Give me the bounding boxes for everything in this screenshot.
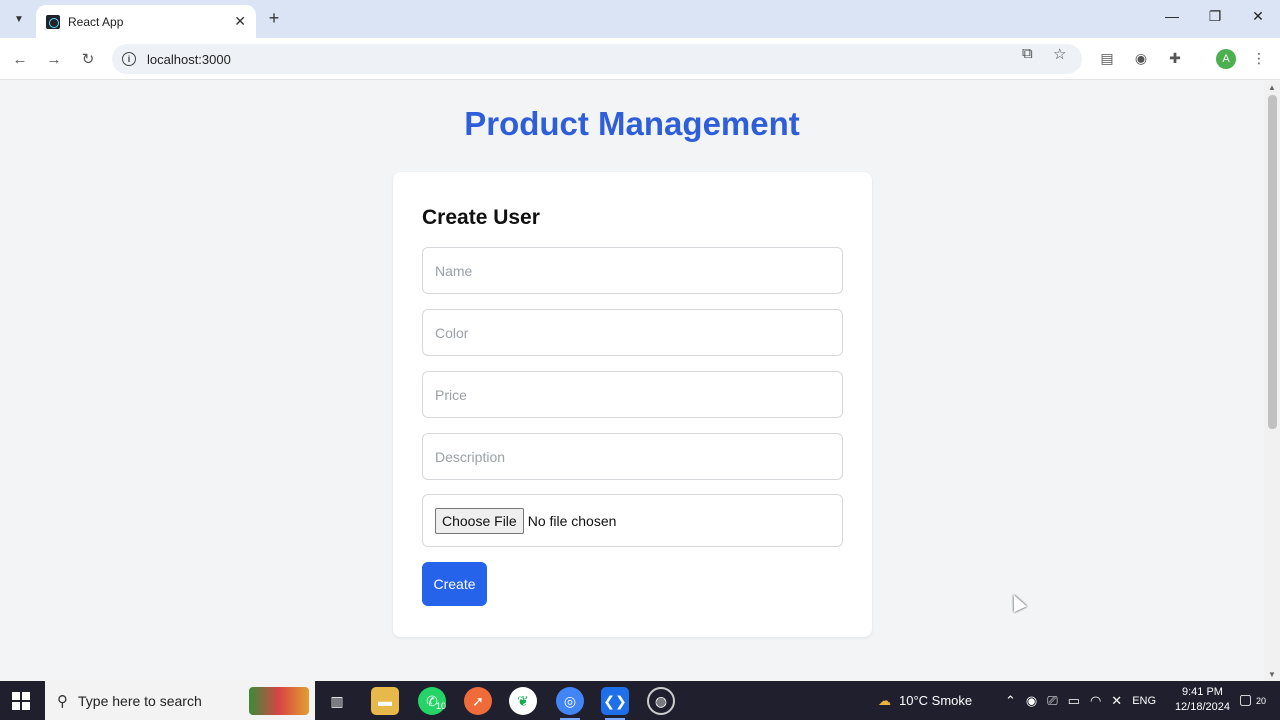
file-input-box: Choose File No file chosen [422, 494, 843, 547]
obs-studio-icon[interactable]: ◍ [647, 687, 675, 715]
battery-icon[interactable]: ▭ [1068, 693, 1080, 709]
site-info-icon[interactable]: i [122, 52, 136, 66]
tab-close-icon[interactable]: ✕ [234, 13, 246, 30]
bookmark-star-icon[interactable]: ☆ [1053, 45, 1066, 63]
system-tray: ⌃ ◉ ⎚ ▭ ◠ ✕ ENG [1005, 681, 1156, 720]
price-input[interactable] [422, 371, 843, 418]
chrome-icon[interactable]: ◎ [556, 687, 584, 720]
scrollbar-thumb[interactable] [1268, 95, 1277, 429]
whatsapp-badge: 10 [436, 701, 447, 711]
new-tab-button[interactable]: + [264, 8, 284, 29]
extensions-puzzle-icon[interactable]: ✚ [1165, 50, 1185, 67]
scroll-down-icon[interactable]: ▼ [1268, 670, 1276, 679]
address-bar[interactable]: i localhost:3000 [112, 44, 1082, 74]
taskbar-search[interactable]: ⚲ Type here to search [45, 681, 315, 720]
browser-toolbar: ← → ↻ i localhost:3000 ⧉ ☆ ▤ ◉ ✚ ⋮ [0, 38, 1280, 80]
url-text: localhost:3000 [147, 51, 231, 67]
page-title: Product Management [464, 105, 800, 142]
description-input[interactable] [422, 433, 843, 480]
file-status-text: No file chosen [527, 512, 617, 529]
search-highlight-gift-icon [249, 687, 309, 715]
meet-now-icon[interactable]: ⎚ [1047, 693, 1057, 709]
scroll-up-icon[interactable]: ▲ [1268, 83, 1276, 92]
mouse-cursor-icon [1007, 591, 1027, 613]
tab-search-chevron-icon[interactable]: ▼ [8, 8, 30, 30]
record-icon[interactable]: ◉ [1026, 693, 1037, 709]
minimize-button[interactable]: — [1157, 8, 1187, 24]
browser-tab[interactable]: React App ✕ [36, 5, 256, 38]
weather-text: 10°C Smoke [899, 693, 973, 708]
weather-widget[interactable]: ☁ 10°C Smoke [878, 681, 972, 720]
show-hidden-icons-icon[interactable]: ⌃ [1005, 693, 1016, 709]
vscode-icon[interactable]: ❮❯ [601, 687, 629, 720]
taskbar-clock[interactable]: 9:41 PM 12/18/2024 [1175, 685, 1230, 715]
postman-icon[interactable]: ➚ [464, 687, 492, 715]
create-user-card: Create User Choose File No file chosen C… [393, 172, 872, 637]
language-indicator[interactable]: ENG [1132, 695, 1156, 707]
windows-taskbar: ⚲ Type here to search ▥ ▬ ✆ 10 ➚ ❦ ◎ ❮❯ … [0, 681, 1280, 720]
choose-file-button[interactable]: Choose File [435, 507, 524, 534]
name-input[interactable] [422, 247, 843, 294]
page-scrollbar[interactable]: ▲ ▼ [1264, 81, 1280, 681]
form-heading: Create User [422, 206, 540, 229]
extension-notes-icon[interactable]: ▤ [1097, 50, 1117, 67]
reload-icon[interactable]: ↻ [77, 48, 99, 70]
clock-time: 9:41 PM [1181, 686, 1223, 698]
forward-arrow-icon[interactable]: → [43, 48, 65, 70]
close-window-button[interactable]: ✕ [1243, 8, 1273, 25]
tab-title: React App [68, 14, 124, 29]
browser-tab-bar: ▼ React App ✕ + — ❐ ✕ [0, 0, 1280, 38]
color-input[interactable] [422, 309, 843, 356]
weather-icon: ☁ [878, 692, 891, 708]
notification-icon: ▢ [1238, 691, 1253, 707]
camera-icon[interactable]: ◉ [1131, 50, 1151, 67]
notification-center[interactable]: ▢ 20 [1239, 691, 1266, 708]
react-favicon-icon [46, 14, 60, 29]
install-app-icon[interactable]: ⧉ [1022, 45, 1033, 62]
clock-date: 12/18/2024 [1174, 701, 1230, 713]
taskbar-search-text: Type here to search [78, 692, 202, 709]
more-menu-icon[interactable]: ⋮ [1249, 50, 1269, 67]
back-arrow-icon[interactable]: ← [9, 48, 31, 70]
mongodb-compass-icon[interactable]: ❦ [509, 687, 537, 715]
profile-avatar[interactable]: A [1216, 49, 1236, 69]
notification-count: 20 [1255, 696, 1266, 706]
create-button[interactable]: Create [422, 562, 487, 606]
wifi-icon[interactable]: ◠ [1090, 693, 1101, 709]
search-icon: ⚲ [57, 692, 68, 710]
file-explorer-icon[interactable]: ▬ [371, 687, 399, 715]
windows-start-icon[interactable] [12, 692, 30, 710]
volume-muted-icon[interactable]: ✕ [1111, 693, 1122, 709]
page-viewport: Product Management Create User Choose Fi… [0, 81, 1264, 681]
restore-button[interactable]: ❐ [1200, 8, 1230, 25]
task-view-icon[interactable]: ▥ [323, 687, 351, 715]
